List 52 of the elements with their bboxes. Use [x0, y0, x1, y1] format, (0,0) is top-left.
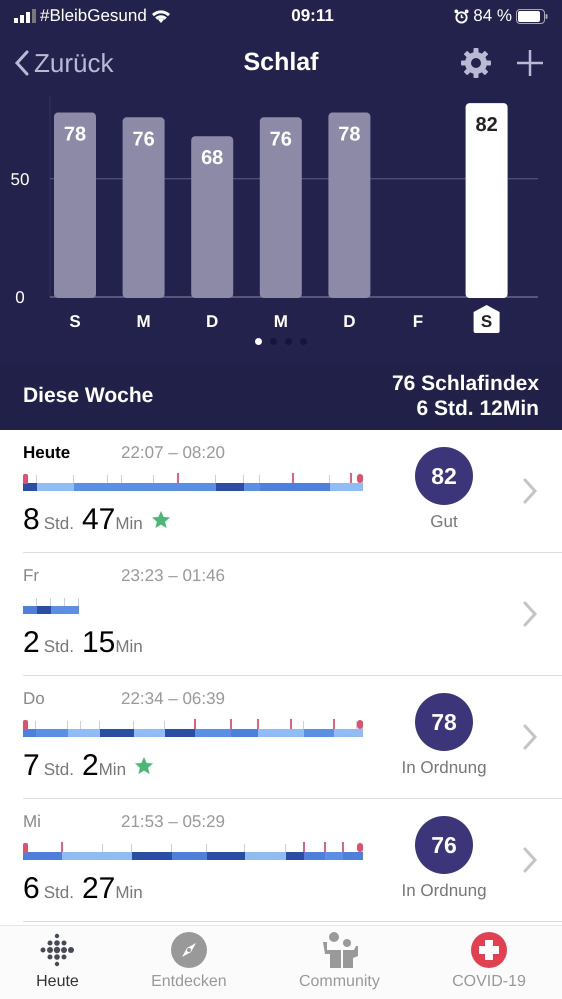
- axis-category-label: S: [69, 312, 81, 331]
- bar-value-label: 78: [64, 124, 86, 146]
- score-circle: 78: [415, 693, 473, 752]
- bar-value-label: 76: [132, 128, 155, 150]
- duration-minutes: 15: [82, 625, 116, 662]
- time-text: 09:11: [291, 5, 334, 28]
- time-range: 21:53 – 05:29: [121, 810, 225, 833]
- week-label: Diese Woche: [23, 383, 154, 410]
- battery-text: 84 %: [473, 5, 512, 28]
- minutes-unit: Min: [98, 759, 126, 782]
- bar-value-label: 76: [270, 128, 292, 150]
- duration-hours: 8: [23, 502, 40, 538]
- rating-label: In Ordnung: [401, 880, 487, 902]
- duration-hours: 6: [23, 871, 40, 908]
- hours-unit: Std.: [44, 882, 74, 904]
- week-duration: 6 Std. 12Min: [415, 396, 539, 422]
- hours-unit: Std.: [44, 513, 74, 536]
- duration-hours: 2: [23, 625, 40, 662]
- duration-minutes: 47: [82, 502, 116, 538]
- x-tick-label: S: [480, 312, 492, 331]
- time-range: 22:07 – 08:20: [121, 442, 225, 464]
- day-label: Heute: [23, 442, 72, 464]
- minutes-unit: Min: [115, 636, 143, 658]
- axis-category-label: M: [274, 312, 288, 331]
- axis-category-label: D: [343, 312, 356, 331]
- rating-label: Gut: [430, 511, 458, 534]
- axis-category-label: D: [206, 312, 218, 331]
- bar-value-label: 68: [201, 147, 224, 170]
- duration-minutes: 27: [82, 871, 116, 908]
- day-label: Fr: [23, 564, 40, 587]
- axis-category-label: M: [136, 312, 151, 331]
- duration-minutes: 2: [82, 748, 99, 784]
- minutes-unit: Min: [115, 882, 143, 904]
- week-score: 76 Schlafindex: [392, 370, 539, 396]
- hours-unit: Std.: [44, 759, 74, 782]
- score-circle: 82: [415, 447, 473, 506]
- page-title: Schlaf: [243, 47, 319, 78]
- axis-tick-label: 0: [15, 288, 25, 307]
- rating-label: In Ordnung: [401, 757, 487, 780]
- carrier-text: #BleibGesund: [40, 5, 147, 28]
- minutes-unit: Min: [115, 513, 143, 536]
- axis-tick-label: 50: [10, 170, 30, 189]
- bar-value-label: 82: [475, 114, 498, 136]
- time-range: 22:34 – 06:39: [121, 688, 225, 710]
- axis-category-label: F: [412, 312, 424, 331]
- hours-unit: Std.: [44, 636, 74, 658]
- day-label: Do: [23, 688, 46, 710]
- score-circle: 76: [415, 816, 473, 874]
- time-range: 23:23 – 01:46: [121, 564, 225, 587]
- duration-hours: 7: [23, 748, 40, 784]
- day-label: Mi: [23, 810, 42, 833]
- bar-value-label: 78: [338, 124, 361, 146]
